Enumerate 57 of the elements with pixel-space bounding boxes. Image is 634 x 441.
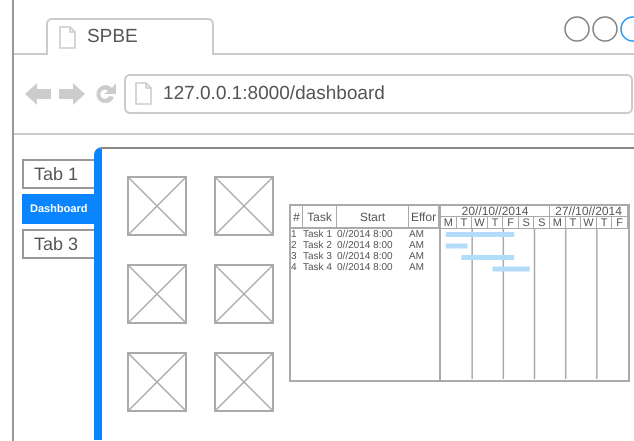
table-cell-text: 4 (291, 262, 298, 273)
back-arrow-icon (24, 81, 52, 107)
window-button-icon[interactable] (592, 16, 618, 42)
table-cell-text: Task 2 (303, 240, 333, 251)
column-header: Effor (409, 206, 439, 227)
image-placeholder-icon (127, 264, 187, 324)
gantt-bar (446, 232, 514, 237)
image-placeholder-icon (127, 176, 187, 236)
window-button-icon[interactable] (564, 16, 590, 42)
day-label: F (612, 217, 628, 228)
address-bar[interactable]: 127.0.0.1:8000/dashboard (124, 74, 633, 114)
table-cell-text: 0//2014 8:00 (337, 240, 394, 251)
browser-tab[interactable]: SPBE (46, 18, 214, 55)
column-header: # (291, 206, 303, 227)
day-label: M (441, 217, 457, 228)
table-cell-text: AM (409, 229, 425, 240)
gantt-bar (492, 266, 530, 272)
day-label: S (518, 217, 534, 228)
gantt-bar (446, 244, 468, 248)
table-cell-text: AM (409, 262, 425, 273)
sidebar-tab[interactable]: Dashboard (22, 194, 94, 224)
page-icon (58, 26, 77, 50)
sidebar-tab[interactable]: Tab 3 (22, 229, 94, 259)
day-label: F (503, 217, 519, 228)
image-placeholder-icon (214, 352, 274, 412)
gantt-bar (461, 255, 514, 260)
image-placeholder-icon (214, 264, 274, 324)
table-cell-text: AM (409, 240, 425, 251)
day-label: T (596, 217, 612, 228)
week-label: 20//10//2014 (441, 206, 550, 216)
table-cell-text: 3 (291, 251, 298, 262)
table-cell-text: 0//2014 8:00 (337, 229, 394, 240)
day-label: T (488, 217, 504, 228)
day-label: M (550, 217, 566, 228)
table-cell-text: AM (409, 251, 425, 262)
table-cell-text: 0//2014 8:00 (337, 251, 394, 262)
column-header: Start (337, 206, 409, 227)
url-text: 127.0.0.1:8000/dashboard (163, 82, 385, 106)
day-label: T (566, 217, 582, 228)
day-label: W (581, 217, 597, 228)
day-label: T (456, 217, 472, 228)
table-cell-text: 2 (291, 240, 298, 251)
sidebar-tab[interactable]: Tab 1 (22, 159, 94, 189)
table-cell-text: 0//2014 8:00 (337, 262, 394, 273)
week-label: 27//10//2014 (550, 206, 628, 216)
table-cell-text: Task 1 (303, 229, 333, 240)
column-header: Task (303, 206, 337, 227)
day-label: W (472, 217, 488, 228)
image-placeholder-icon (214, 176, 274, 236)
day-label: S (534, 217, 550, 228)
page-icon (134, 82, 153, 106)
table-cell-text: 1 (291, 229, 298, 240)
tab-title: SPBE (87, 25, 138, 50)
image-placeholder-icon (127, 352, 187, 412)
table-cell-text: Task 4 (303, 262, 333, 273)
forward-arrow-icon (58, 81, 86, 107)
table-cell-text: Task 3 (303, 251, 333, 262)
